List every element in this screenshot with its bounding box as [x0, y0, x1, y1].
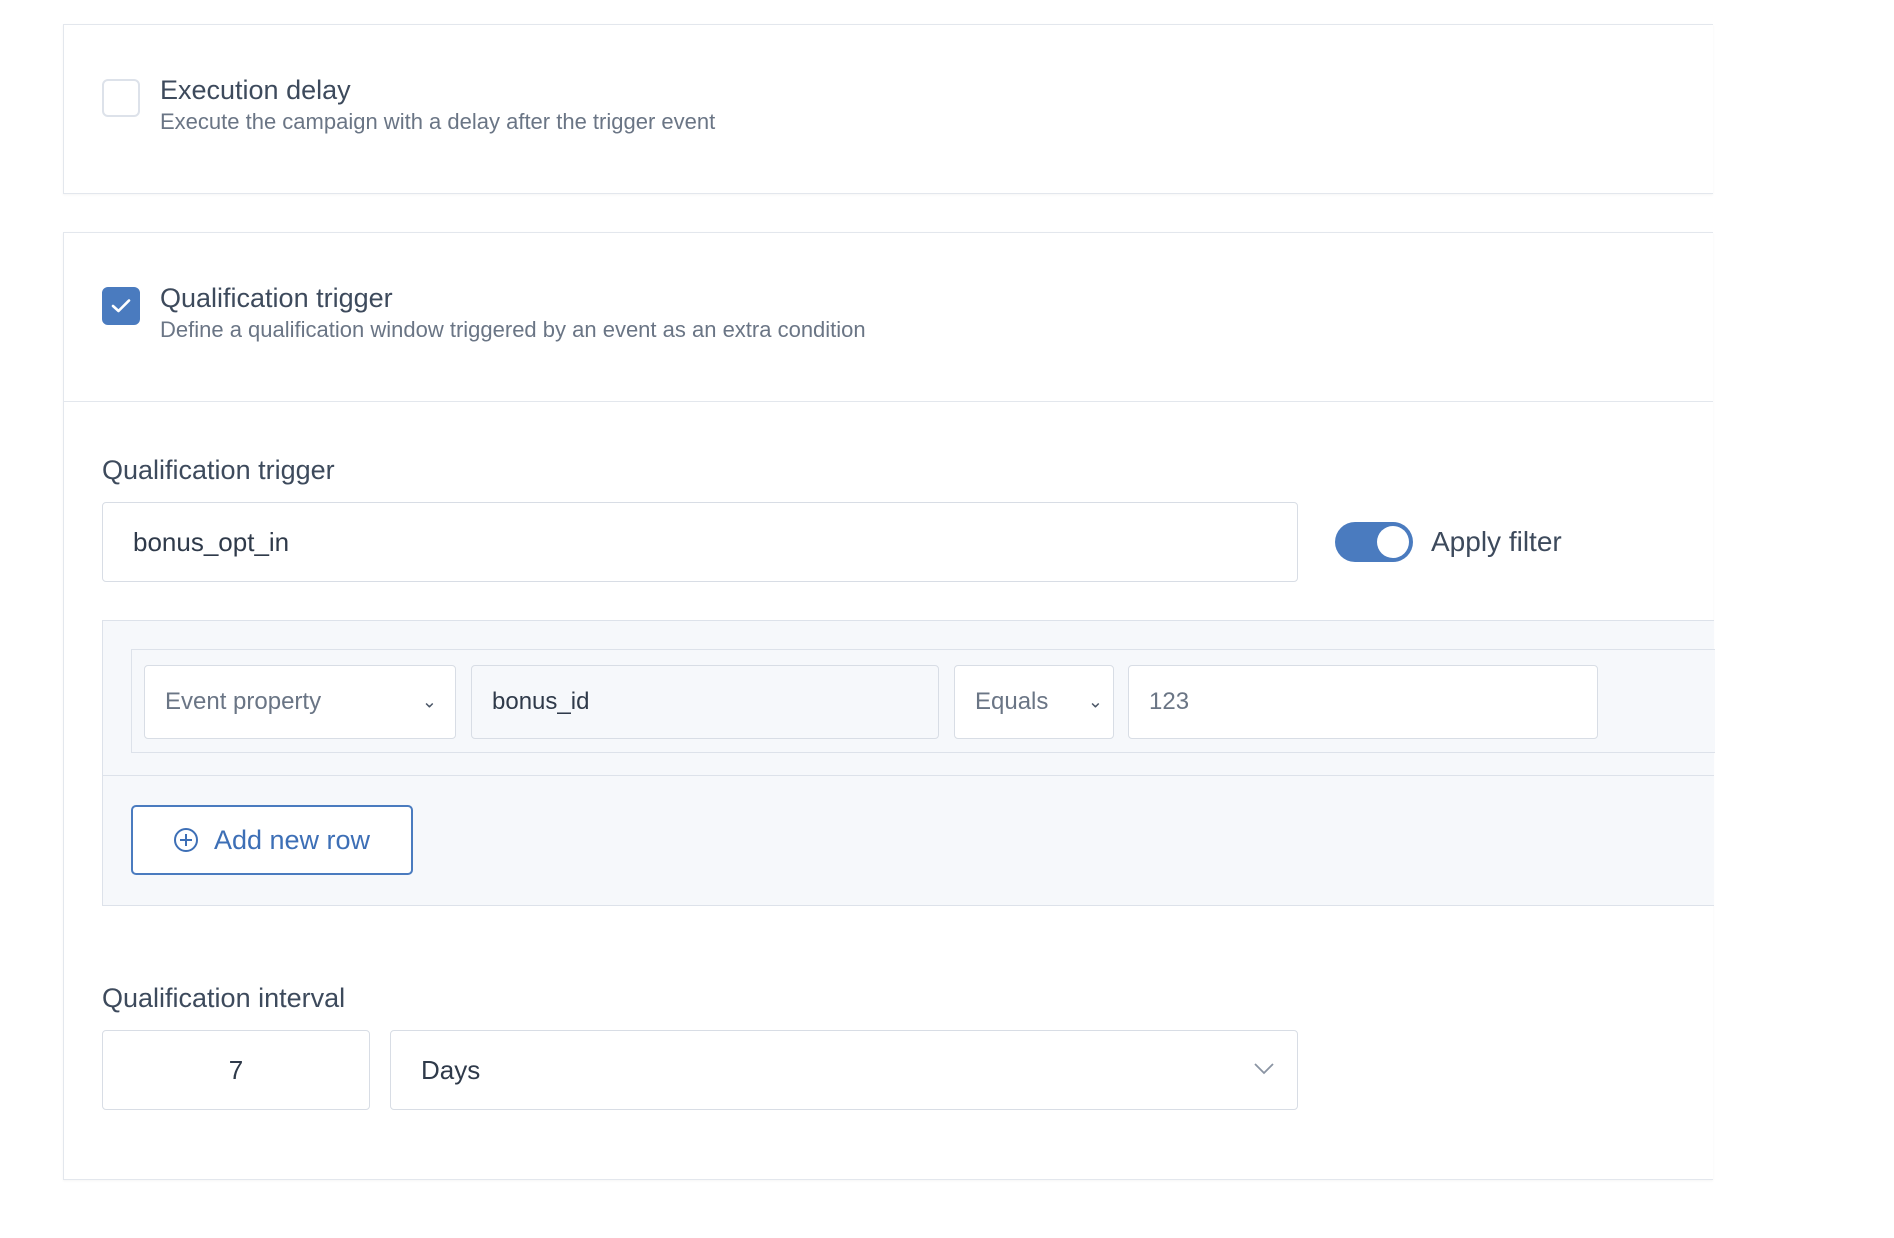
chevron-down-icon: ⌄ [421, 691, 437, 712]
qualification-trigger-checkbox[interactable] [102, 287, 140, 325]
add-new-row-label: Add new row [213, 824, 371, 855]
trigger-event-input[interactable]: bonus_opt_in [102, 502, 1298, 582]
property-name-value: bonus_id [492, 688, 590, 715]
interval-field-label: Qualification interval [102, 983, 346, 1013]
execution-delay-text: Execution delay Execute the campaign wit… [160, 73, 715, 137]
interval-unit-value: Days [421, 1054, 481, 1085]
operator-select[interactable]: Equals ⌄ [954, 665, 1114, 739]
qualification-trigger-card: Qualification trigger Define a qualifica… [63, 232, 1715, 1180]
qualification-trigger-title: Qualification trigger [160, 283, 393, 313]
property-type-value: Event property [165, 688, 322, 715]
filter-value-input[interactable]: 123 [1128, 665, 1598, 739]
execution-delay-card: Execution delay Execute the campaign wit… [63, 24, 1713, 194]
trigger-event-value: bonus_opt_in [133, 526, 290, 557]
interval-value: 7 [228, 1054, 244, 1085]
execution-delay-description: Execute the campaign with a delay after … [160, 109, 716, 134]
filter-row: Event property ⌄ bonus_id Equals ⌄ 123 [131, 649, 1715, 753]
qualification-trigger-description: Define a qualification window triggered … [160, 317, 866, 342]
toggle-knob [1377, 526, 1409, 558]
filter-panel: Event property ⌄ bonus_id Equals ⌄ 123 A… [102, 620, 1715, 906]
apply-filter-label: Apply filter [1431, 526, 1562, 557]
execution-delay-checkbox[interactable] [102, 79, 140, 117]
plus-circle-icon [173, 828, 198, 852]
property-name-input[interactable]: bonus_id [471, 665, 939, 739]
chevron-down-icon: ⌄ [1087, 691, 1103, 712]
operator-value: Equals [975, 688, 1049, 715]
filter-value: 123 [1149, 688, 1190, 715]
checkmark-icon [111, 299, 131, 313]
qualification-trigger-text: Qualification trigger Define a qualifica… [160, 281, 866, 345]
qualification-trigger-header: Qualification trigger Define a qualifica… [102, 281, 866, 345]
apply-filter-toggle[interactable] [1335, 522, 1413, 562]
interval-value-input[interactable]: 7 [102, 1030, 370, 1110]
trigger-field-label: Qualification trigger [102, 455, 335, 485]
execution-delay-title: Execution delay [160, 75, 351, 105]
property-type-select[interactable]: Event property ⌄ [144, 665, 456, 739]
execution-delay-header: Execution delay Execute the campaign wit… [102, 73, 715, 137]
interval-unit-select[interactable]: Days [390, 1030, 1298, 1110]
add-new-row-button[interactable]: Add new row [131, 805, 413, 875]
filter-separator [103, 775, 1714, 776]
section-divider [64, 401, 1713, 402]
chevron-down-icon [1254, 1063, 1274, 1075]
